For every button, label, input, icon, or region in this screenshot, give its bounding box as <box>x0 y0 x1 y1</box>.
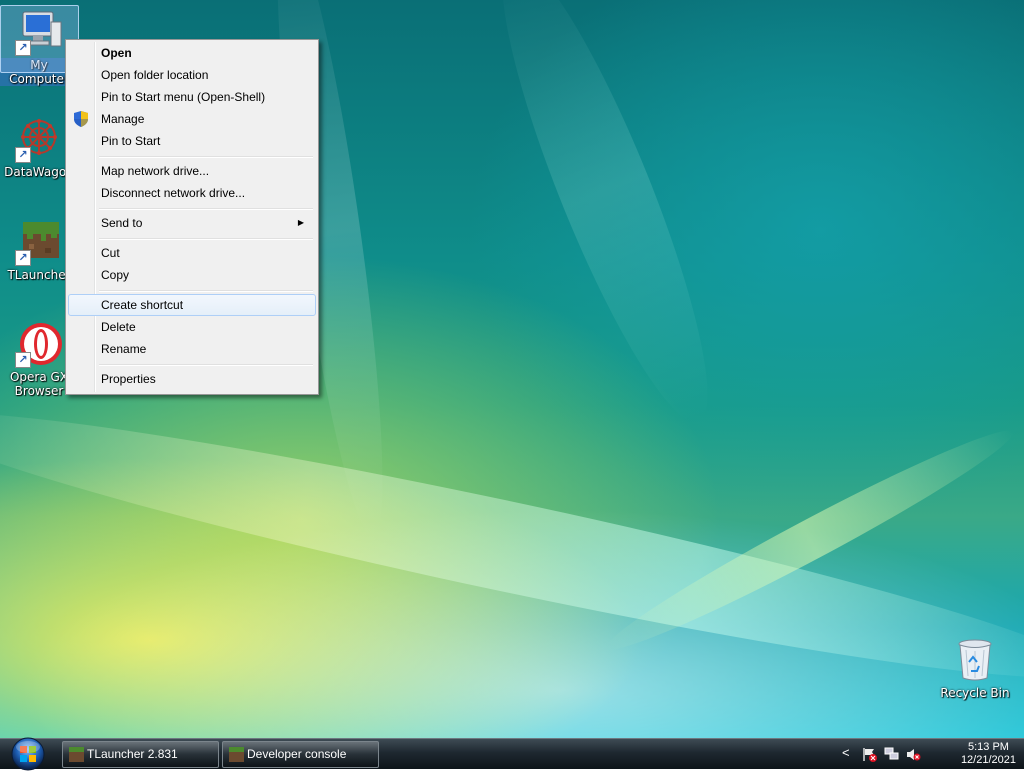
menu-item-cut[interactable]: Cut <box>68 242 314 264</box>
network-icon[interactable] <box>884 747 899 762</box>
submenu-arrow-icon: ▶ <box>297 218 304 227</box>
icon-label: Recycle Bin <box>940 686 1010 700</box>
recycle-bin-icon <box>951 636 999 684</box>
menu-separator <box>99 238 313 240</box>
menu-separator <box>99 208 313 210</box>
menu-item-disconnect-network-drive[interactable]: Disconnect network drive... <box>68 182 314 204</box>
system-tray: < 5:13 PM 12/21/2021 <box>842 739 1024 769</box>
menu-item-rename[interactable]: Rename <box>68 338 314 360</box>
clock-time: 5:13 PM <box>967 741 1009 753</box>
datawagon-icon: ↗ <box>15 115 63 163</box>
taskbar: TLauncher 2.831 Developer console < 5:13… <box>0 737 1024 771</box>
desktop-icon-recycle-bin[interactable]: Recycle Bin <box>936 636 1014 700</box>
menu-separator <box>99 156 313 158</box>
windows-logo-icon <box>11 737 45 771</box>
menu-separator <box>99 290 313 292</box>
grass-block-icon <box>69 747 84 762</box>
menu-separator <box>99 364 313 366</box>
action-center-flag-icon[interactable] <box>862 747 877 762</box>
menu-item-delete[interactable]: Delete <box>68 316 314 338</box>
taskbar-button-tlauncher[interactable]: TLauncher 2.831 <box>62 741 219 768</box>
menu-item-map-network-drive[interactable]: Map network drive... <box>68 160 314 182</box>
menu-item-properties[interactable]: Properties <box>68 368 314 390</box>
menu-item-send-to[interactable]: Send to ▶ <box>68 212 314 234</box>
menu-item-create-shortcut[interactable]: Create shortcut <box>68 294 316 316</box>
menu-item-open-folder-location[interactable]: Open folder location <box>68 64 314 86</box>
computer-icon: ↗ <box>15 8 63 56</box>
menu-item-manage[interactable]: Manage <box>68 108 314 130</box>
taskbar-button-developer-console[interactable]: Developer console <box>222 741 379 768</box>
taskbar-clock[interactable]: 5:13 PM 12/21/2021 <box>961 741 1016 767</box>
context-menu: Open Open folder location Pin to Start m… <box>65 39 319 395</box>
show-hidden-icons-chevron-icon[interactable]: < <box>842 745 850 760</box>
menu-item-open[interactable]: Open <box>68 42 314 64</box>
clock-date: 12/21/2021 <box>960 754 1016 766</box>
volume-muted-icon[interactable] <box>906 747 921 762</box>
menu-item-copy[interactable]: Copy <box>68 264 314 286</box>
start-button[interactable] <box>6 737 50 771</box>
uac-shield-icon <box>74 111 88 127</box>
opera-gx-icon: ↗ <box>15 320 63 368</box>
grass-block-icon: ↗ <box>15 218 63 266</box>
menu-item-pin-to-start[interactable]: Pin to Start <box>68 130 314 152</box>
menu-item-pin-to-start-menu-open-shell[interactable]: Pin to Start menu (Open-Shell) <box>68 86 314 108</box>
grass-block-icon <box>229 747 244 762</box>
